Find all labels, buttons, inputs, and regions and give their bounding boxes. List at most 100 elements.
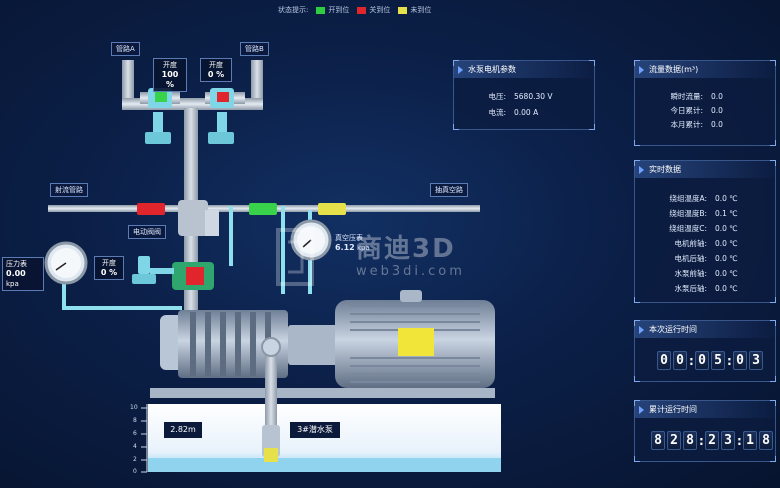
run-time-title: 本次运行时间	[635, 321, 775, 338]
pressure-readout: 压力表 0.00 kpa	[2, 257, 44, 291]
motor-rear-value: 0.0 ℃	[715, 254, 738, 263]
winding-b-label: 绕组温度B:	[669, 209, 707, 218]
motor-params-title: 水泵电机参数	[454, 61, 594, 78]
pump-rear-label: 水泵后轴:	[674, 284, 707, 293]
rt-row-motor-rear: 电机后轴: 0.0 ℃	[645, 253, 738, 264]
motor-status-indicator	[398, 328, 434, 356]
vacuum-valve-yellow[interactable]	[318, 203, 346, 215]
today-flow-label: 今日累计:	[670, 106, 703, 115]
electric-valve-label: 电动阀阀	[128, 225, 166, 239]
winding-c-label: 绕组温度C:	[669, 224, 707, 233]
run-colon-2: :	[727, 353, 732, 368]
total-digit-h1: 8	[651, 431, 665, 450]
total-colon-2: :	[737, 433, 742, 448]
total-digit-s2: 8	[759, 431, 773, 450]
valve-b-readout: 开度 0 %	[200, 58, 232, 82]
flow-row-instant: 瞬时流量: 0.0	[645, 91, 723, 102]
motor-front-label: 电机前轴:	[674, 239, 707, 248]
month-flow-value: 0.0	[711, 120, 723, 129]
valve-a[interactable]	[145, 88, 172, 144]
rt-row-pump-front: 水泵前轴: 0.0 ℃	[645, 268, 738, 279]
pipe-a-label: 管路A	[111, 42, 140, 56]
vacuum-readout: 真空压表 6.12 kpa	[335, 233, 370, 253]
pressure-gauge-left	[44, 241, 88, 285]
valve-b[interactable]	[208, 88, 234, 144]
flow-row-month: 本月累计: 0.0	[645, 119, 723, 130]
run-time-panel: 本次运行时间 0 0 : 0 5 : 0 3	[634, 320, 776, 382]
shoot-pipe-valve[interactable]	[137, 203, 165, 215]
total-digit-m2: 3	[721, 431, 735, 450]
current-row: 电流: 0.00 A	[470, 107, 538, 118]
winding-a-value: 0.0 ℃	[715, 194, 738, 203]
scale-2: 2	[133, 456, 137, 463]
scale-10: 10	[130, 404, 138, 411]
small-valve-left[interactable]	[132, 256, 174, 284]
winding-c-value: 0.0 ℃	[715, 224, 738, 233]
inlet-manifold	[122, 60, 263, 208]
pressure-value: 0.00	[6, 269, 26, 278]
run-digit-h2: 0	[673, 351, 687, 370]
valve-a-opening-value: 100 %	[161, 70, 179, 89]
flow-row-today: 今日累计: 0.0	[645, 105, 722, 116]
vacuum-pipe-label: 抽真空路	[430, 183, 468, 197]
realtime-data-panel: 实时数据 绕组温度A: 0.0 ℃ 绕组温度B: 0.1 ℃ 绕组温度C: 0.0 ℃…	[634, 160, 776, 303]
valve-b-opening-value: 0 %	[207, 70, 225, 79]
small-valve-readout: 开度 0 %	[94, 256, 124, 280]
base-plate	[150, 388, 495, 398]
electric-motor	[335, 290, 495, 388]
current-label: 电流:	[488, 108, 506, 117]
total-digit-s1: 1	[743, 431, 757, 450]
run-digit-m1: 0	[695, 351, 709, 370]
watermark-brand: 商迪3D	[356, 234, 456, 264]
total-digit-m1: 2	[705, 431, 719, 450]
rt-row-pump-rear: 水泵后轴: 0.0 ℃	[645, 283, 737, 294]
flow-data-title: 流量数据(m³)	[635, 61, 775, 78]
voltage-row: 电压: 5680.30 V	[470, 91, 553, 102]
pump-casing	[160, 310, 343, 378]
flow-data-panel: 流量数据(m³) 瞬时流量: 0.0 今日累计: 0.0 本月累计: 0.0	[634, 60, 776, 146]
pump-name: 3#潜水泵	[290, 422, 340, 438]
pump-front-value: 0.0 ℃	[715, 269, 738, 278]
winding-a-label: 绕组温度A:	[669, 194, 707, 203]
small-valve-value: 0 %	[100, 268, 118, 277]
water-tank	[141, 404, 501, 473]
rt-row-a: 绕组温度A: 0.0 ℃	[645, 193, 738, 204]
total-time-panel: 累计运行时间 8 2 8 : 2 3 : 1 8	[634, 400, 776, 462]
motor-front-value: 0.0 ℃	[715, 239, 738, 248]
total-time-title: 累计运行时间	[635, 401, 775, 418]
total-digit-h3: 8	[683, 431, 697, 450]
vacuum-value: 6.12	[335, 243, 355, 252]
vacuum-label: 真空压表	[335, 234, 363, 242]
run-digit-h1: 0	[657, 351, 671, 370]
watermark-url: web3di.com	[356, 264, 465, 279]
rt-row-c: 绕组温度C: 0.0 ℃	[645, 223, 738, 234]
vacuum-unit: kpa	[356, 244, 370, 252]
month-flow-label: 本月累计:	[670, 120, 703, 129]
vacuum-valve-green[interactable]	[249, 203, 277, 215]
pump-front-label: 水泵前轴:	[674, 269, 707, 278]
run-digit-s2: 3	[749, 351, 763, 370]
valve-b-opening-label: 开度	[209, 61, 223, 69]
realtime-data-title: 实时数据	[635, 161, 775, 178]
instant-flow-value: 0.0	[711, 92, 723, 101]
scale-8: 8	[133, 417, 137, 424]
scale-6: 6	[133, 430, 137, 437]
rt-row-motor-front: 电机前轴: 0.0 ℃	[645, 238, 738, 249]
valve-a-readout: 开度 100 %	[153, 58, 187, 92]
scale-4: 4	[133, 443, 137, 450]
run-colon-1: :	[689, 353, 694, 368]
voltage-value: 5680.30 V	[514, 92, 553, 101]
motor-rear-label: 电机后轴:	[674, 254, 707, 263]
electric-valve-body[interactable]	[172, 200, 219, 314]
current-value: 0.00 A	[514, 108, 539, 117]
total-time-display: 8 2 8 : 2 3 : 1 8	[651, 431, 773, 450]
scale-0: 0	[133, 468, 137, 475]
run-digit-m2: 5	[711, 351, 725, 370]
run-digit-s1: 0	[733, 351, 747, 370]
instant-flow-label: 瞬时流量:	[670, 92, 703, 101]
total-digit-h2: 2	[667, 431, 681, 450]
small-valve-label: 开度	[102, 259, 116, 267]
pressure-unit: kpa	[6, 280, 19, 288]
voltage-label: 电压:	[488, 92, 506, 101]
winding-b-value: 0.1 ℃	[715, 209, 738, 218]
